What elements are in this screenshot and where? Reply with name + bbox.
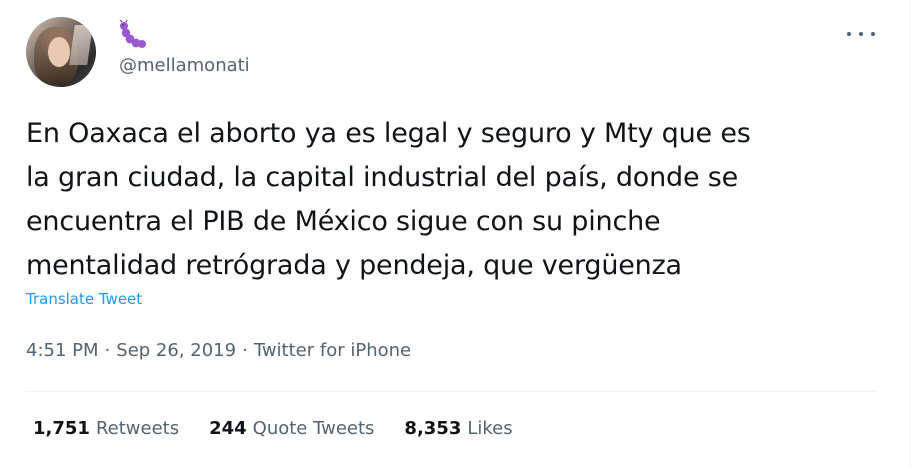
retweets-stat[interactable]: 1,751 Retweets (33, 418, 179, 439)
tweet-meta: 4:51 PM · Sep 26, 2019 · Twitter for iPhone (26, 340, 411, 361)
caterpillar-icon (119, 20, 146, 48)
retweets-label: Retweets (95, 418, 180, 439)
tweet-text-line: encuentra el PIB de México sigue con su … (26, 206, 661, 237)
avatar-face (48, 37, 70, 67)
meta-separator: · (242, 340, 248, 361)
translate-tweet-link[interactable]: Translate Tweet (26, 290, 142, 308)
quote-tweets-label: Quote Tweets (252, 418, 375, 439)
retweets-count: 1,751 (33, 418, 90, 439)
tweet-time[interactable]: 4:51 PM (26, 340, 99, 361)
tweet-text-line: mentalidad retrógrada y pendeja, que ver… (26, 250, 682, 281)
engagement-stats: 1,751 Retweets 244 Quote Tweets 8,353 Likes (33, 418, 513, 439)
more-dot-icon (871, 32, 875, 36)
tweet-date[interactable]: Sep 26, 2019 (116, 340, 236, 361)
meta-separator: · (104, 340, 111, 361)
more-options-button[interactable] (847, 24, 875, 44)
tweet-text-line: la gran ciudad, la capital industrial de… (26, 162, 739, 193)
quote-tweets-stat[interactable]: 244 Quote Tweets (209, 418, 374, 439)
tweet-card: @mellamonati En Oaxaca el aborto ya es l… (0, 0, 911, 467)
avatar-shine (69, 25, 93, 65)
quote-tweets-count: 244 (209, 418, 247, 439)
avatar[interactable] (26, 17, 96, 87)
divider (26, 391, 876, 392)
likes-stat[interactable]: 8,353 Likes (404, 418, 512, 439)
user-handle[interactable]: @mellamonati (119, 55, 250, 76)
tweet-source[interactable]: Twitter for iPhone (254, 340, 411, 361)
tweet-text-line: En Oaxaca el aborto ya es legal y seguro… (26, 118, 751, 149)
likes-label: Likes (467, 418, 513, 439)
tweet-text: En Oaxaca el aborto ya es legal y seguro… (26, 112, 876, 288)
more-dot-icon (859, 32, 863, 36)
more-dot-icon (847, 32, 851, 36)
likes-count: 8,353 (404, 418, 462, 439)
